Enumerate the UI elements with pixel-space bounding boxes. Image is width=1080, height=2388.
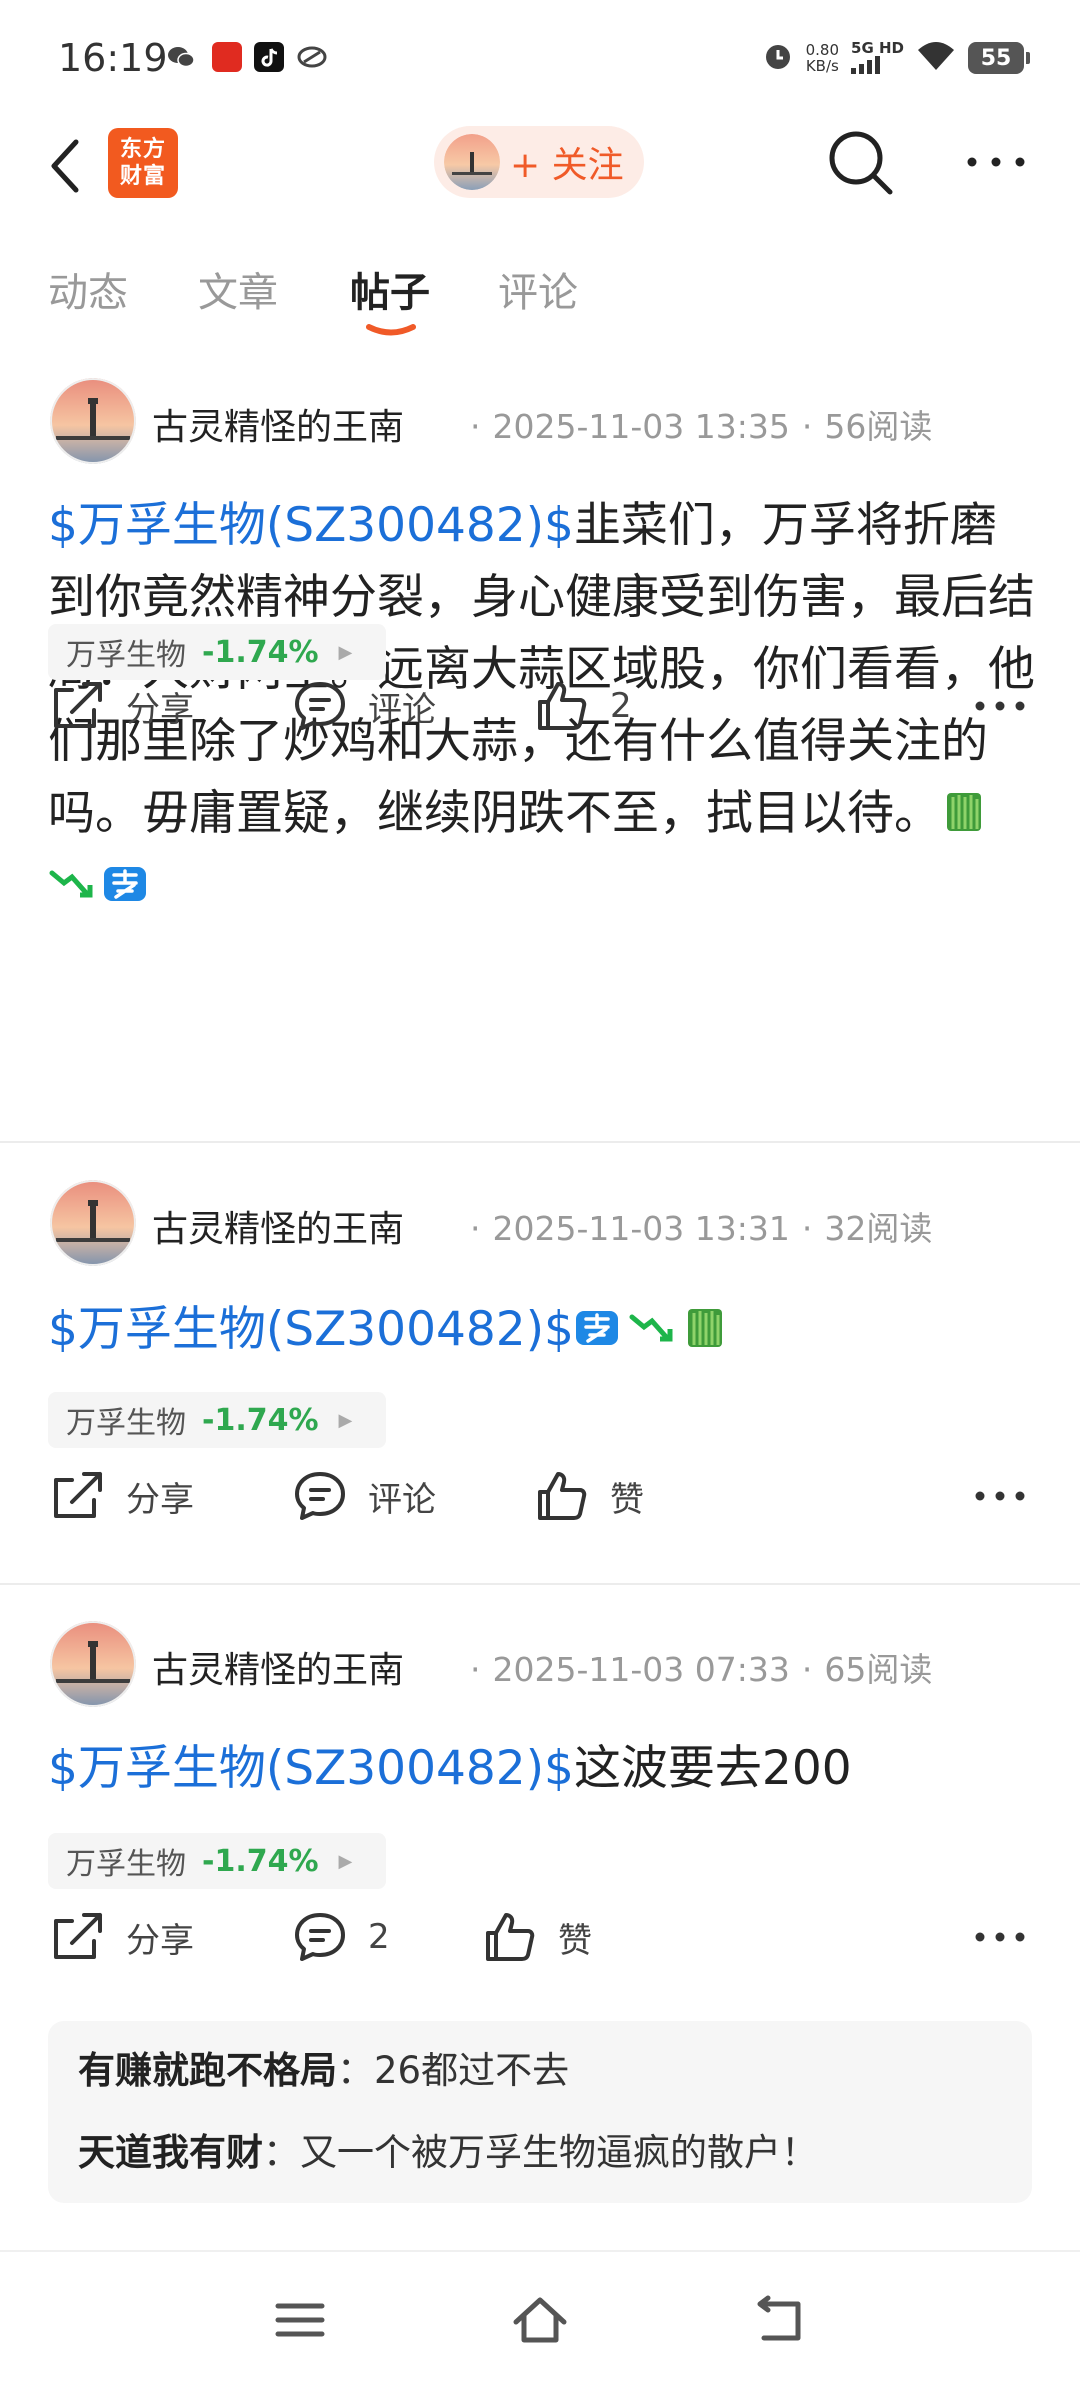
- status-time: 16:19: [58, 36, 168, 80]
- author-name[interactable]: 古灵精怪的王南: [152, 1200, 404, 1252]
- post-text: 这波要去200: [573, 1741, 852, 1796]
- chevron-right-icon: ▶: [338, 1409, 353, 1431]
- cloud-app-icon: [296, 42, 327, 72]
- tab-posts[interactable]: 帖子: [350, 260, 430, 318]
- comment-user[interactable]: 有赚就跑不格局: [78, 2049, 337, 2092]
- share-button[interactable]: 分享: [50, 1907, 194, 1967]
- active-tab-indicator: [366, 324, 416, 336]
- menu-icon[interactable]: [270, 2292, 330, 2348]
- stock-chip[interactable]: 万孚生物 -1.74% ▶: [48, 1833, 386, 1889]
- battery-indicator: 55: [968, 42, 1030, 74]
- comment-item[interactable]: 有赚就跑不格局：26都过不去: [78, 2045, 1002, 2097]
- tab-articles[interactable]: 文章: [198, 260, 278, 318]
- back-button[interactable]: [40, 130, 100, 202]
- share-icon: [54, 1913, 102, 1959]
- chevron-right-icon: ▶: [338, 641, 353, 663]
- more-button[interactable]: [964, 142, 1028, 182]
- post-content[interactable]: $万孚生物(SZ300482)$这波要去200: [48, 1733, 1038, 1805]
- comment-button[interactable]: 评论: [292, 676, 436, 736]
- post-more-icon[interactable]: [974, 1927, 1026, 1947]
- read-count: 32阅读: [824, 1209, 933, 1248]
- like-button[interactable]: 2: [534, 676, 632, 736]
- avatar[interactable]: [50, 1180, 136, 1266]
- follow-label: + 关注: [510, 145, 624, 186]
- stock-tag-link[interactable]: $万孚生物(SZ300482)$: [48, 1741, 574, 1796]
- follow-button[interactable]: + 关注: [434, 126, 644, 198]
- comment-icon: [295, 1913, 345, 1961]
- profile-header: 东方 财富 + 关注: [0, 118, 1080, 214]
- sell-icon: [104, 867, 146, 901]
- post-datetime: 2025-11-03 13:31: [492, 1209, 790, 1248]
- back-nav-icon[interactable]: [750, 2292, 810, 2348]
- post-content[interactable]: $万孚生物(SZ300482)$: [48, 1294, 1038, 1366]
- network-speed: 0.80 KB/s: [805, 41, 840, 75]
- profile-tabs: 动态 文章 帖子 评论: [0, 246, 1080, 346]
- comment-user[interactable]: 天道我有财: [78, 2131, 263, 2174]
- comment-button[interactable]: 2: [292, 1907, 390, 1967]
- sell-icon: [575, 1311, 618, 1345]
- network-type: 5G HD: [851, 40, 904, 77]
- post-more-icon[interactable]: [974, 1486, 1026, 1506]
- search-button[interactable]: [826, 128, 896, 198]
- system-nav-bar: [0, 2250, 1080, 2388]
- share-button[interactable]: 分享: [50, 676, 194, 736]
- wifi-icon: [916, 40, 956, 76]
- divider: [0, 1583, 1080, 1585]
- thumbs-up-icon: [538, 1472, 587, 1520]
- leek-icon: [947, 793, 981, 831]
- comment-icon: [295, 682, 345, 730]
- read-count: 56阅读: [824, 407, 933, 446]
- comment-button[interactable]: 评论: [292, 1466, 436, 1526]
- share-icon: [54, 1472, 102, 1518]
- post-meta: · 2025-11-03 13:31 · 32阅读: [470, 1209, 933, 1248]
- comment-item[interactable]: 天道我有财：又一个被万孚生物逼疯的散户！: [78, 2127, 1002, 2179]
- author-name[interactable]: 古灵精怪的王南: [152, 1641, 404, 1693]
- app-logo: 东方 财富: [108, 128, 178, 198]
- thumbs-up-icon: [486, 1913, 535, 1961]
- like-button[interactable]: 赞: [534, 1466, 644, 1526]
- divider: [0, 1141, 1080, 1143]
- stock-tag-link[interactable]: $万孚生物(SZ300482)$: [48, 498, 574, 553]
- share-icon: [54, 682, 102, 728]
- like-button[interactable]: 赞: [482, 1907, 592, 1967]
- comment-text: 又一个被万孚生物逼疯的散户！: [300, 2131, 818, 2174]
- news-app-icon: [212, 42, 242, 72]
- signal-icon: [851, 55, 881, 74]
- wechat-icon: [166, 42, 196, 72]
- avatar: [444, 134, 500, 190]
- more-dots-icon: [967, 157, 1025, 167]
- read-count: 65阅读: [824, 1650, 933, 1689]
- avatar[interactable]: [50, 1621, 136, 1707]
- comment-text: 26都过不去: [374, 2049, 570, 2092]
- comment-icon: [295, 1472, 345, 1520]
- post-datetime: 2025-11-03 07:33: [492, 1650, 790, 1689]
- down-trend-icon: [49, 870, 93, 898]
- search-icon: [829, 131, 893, 195]
- leek-icon: [687, 1309, 722, 1347]
- post-meta: · 2025-11-03 07:33 · 65阅读: [470, 1650, 933, 1689]
- down-trend-icon: [629, 1314, 673, 1342]
- share-button[interactable]: 分享: [50, 1466, 194, 1526]
- tab-comments[interactable]: 评论: [498, 260, 578, 318]
- stock-tag-link[interactable]: $万孚生物(SZ300482)$: [48, 1302, 574, 1357]
- comment-preview[interactable]: 有赚就跑不格局：26都过不去 天道我有财：又一个被万孚生物逼疯的散户！: [48, 2021, 1032, 2203]
- tiktok-icon: [254, 42, 284, 72]
- post-meta: · 2025-11-03 13:35 · 56阅读: [470, 407, 933, 446]
- stock-chip[interactable]: 万孚生物 -1.74% ▶: [48, 624, 386, 680]
- tab-dynamic[interactable]: 动态: [48, 260, 128, 318]
- author-name[interactable]: 古灵精怪的王南: [152, 398, 404, 450]
- alarm-icon: [762, 40, 794, 76]
- stock-chip[interactable]: 万孚生物 -1.74% ▶: [48, 1392, 386, 1448]
- status-bar: 16:19 0.80 KB/s 5G HD 55: [0, 0, 1080, 118]
- thumbs-up-icon: [538, 682, 587, 730]
- chevron-right-icon: ▶: [338, 1850, 353, 1872]
- chevron-left-icon: [51, 139, 79, 193]
- avatar[interactable]: [50, 378, 136, 464]
- home-icon[interactable]: [510, 2292, 570, 2348]
- post-datetime: 2025-11-03 13:35: [492, 407, 790, 446]
- post-more-icon[interactable]: [974, 696, 1026, 716]
